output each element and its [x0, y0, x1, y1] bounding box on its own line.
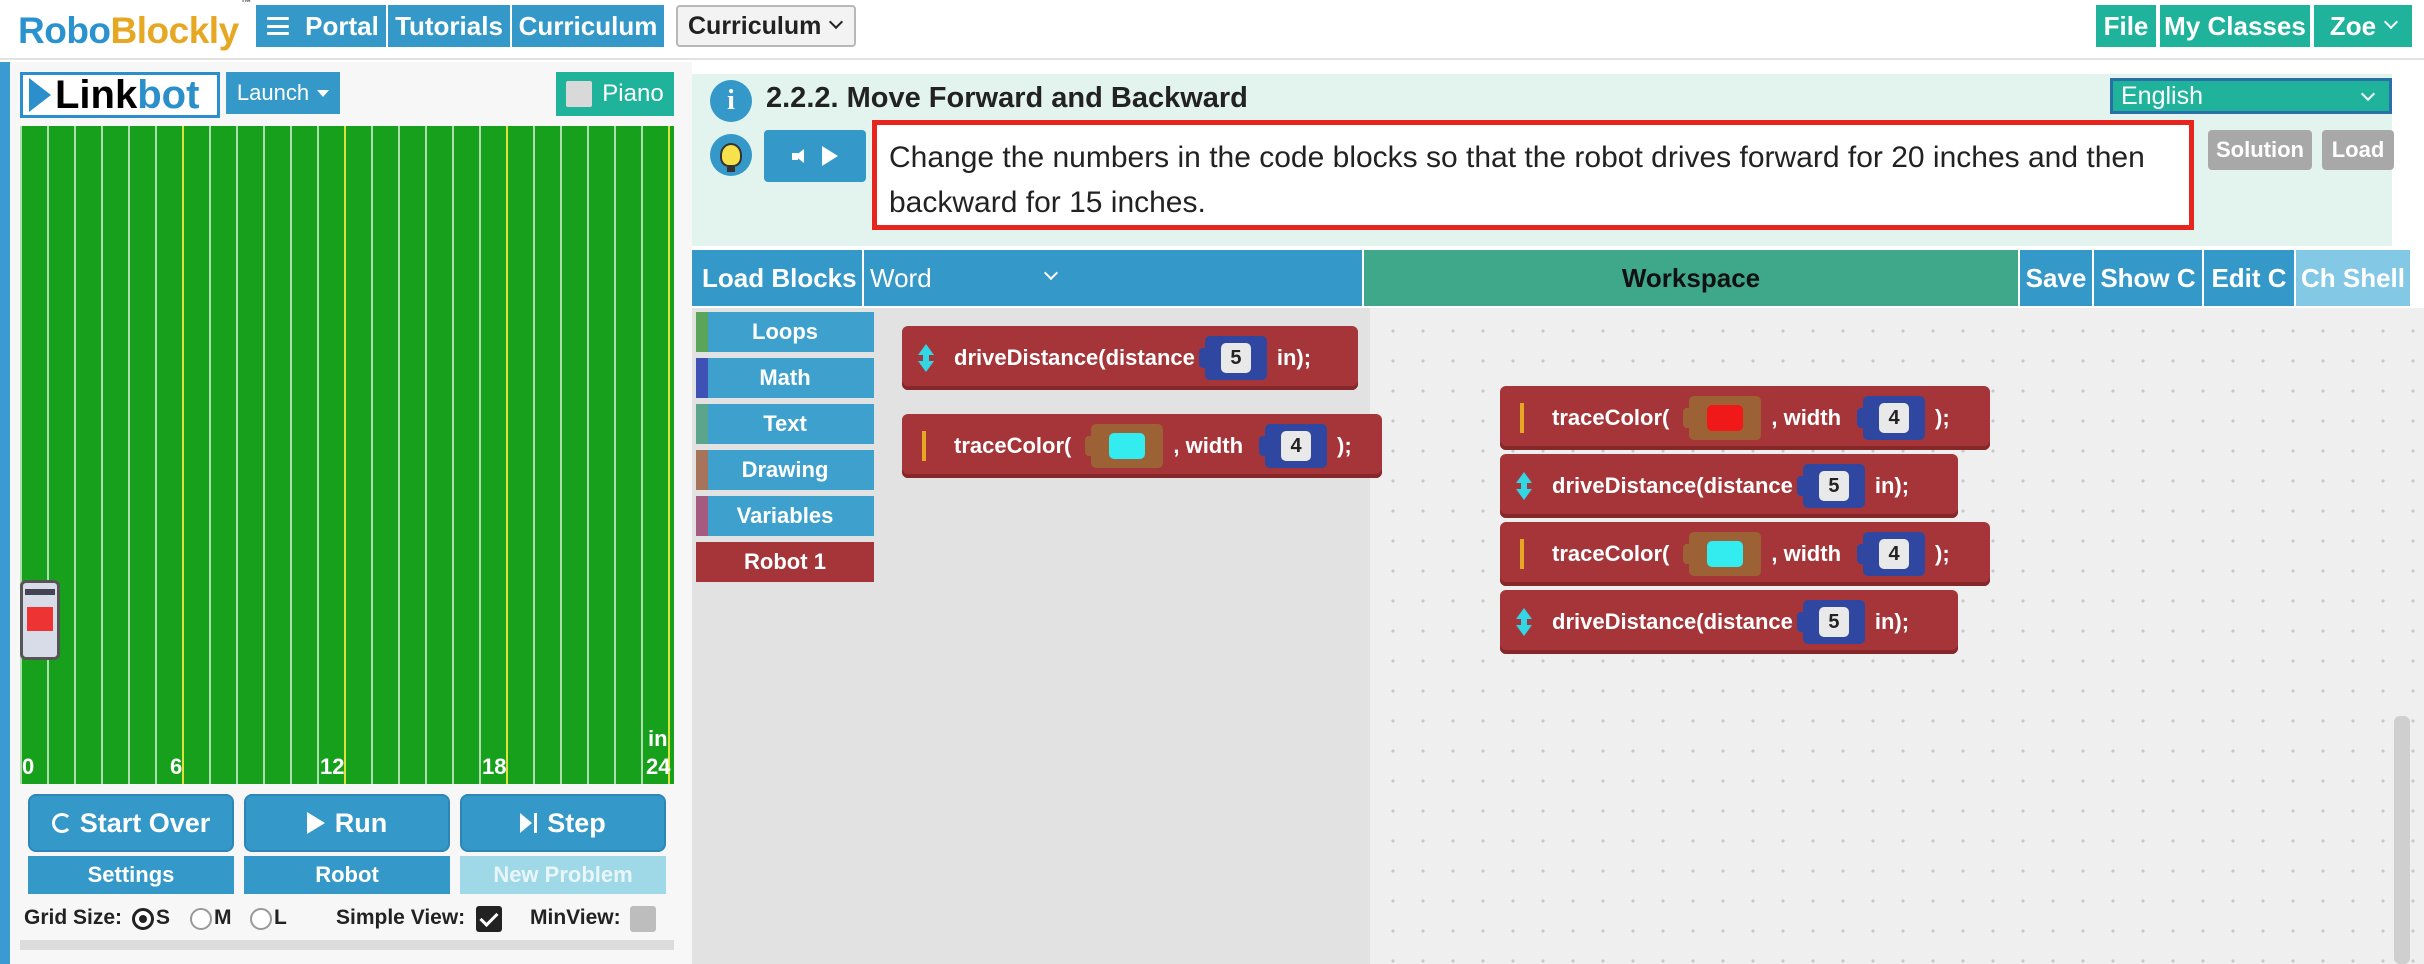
- menu-button[interactable]: [256, 5, 300, 47]
- workspace-drive-distance-block[interactable]: driveDistance(distance 5 in);: [1500, 454, 1958, 518]
- piano-checkbox-icon: [566, 81, 593, 107]
- solution-button[interactable]: Solution: [2208, 130, 2312, 170]
- distance-value-slot[interactable]: 5: [1796, 600, 1865, 644]
- grid-size-m-label: M: [214, 906, 232, 929]
- pen-icon: [1520, 539, 1524, 569]
- grid-size-label: Grid Size:: [24, 906, 123, 929]
- width-value-slot[interactable]: 4: [1857, 532, 1926, 576]
- show-c-button[interactable]: Show C: [2094, 250, 2202, 306]
- simple-view-checkbox[interactable]: [476, 906, 502, 932]
- menu-icon: [267, 17, 289, 35]
- color-slot[interactable]: [1085, 424, 1164, 468]
- min-view-label: MinView:: [530, 906, 621, 929]
- play-icon: [822, 146, 838, 166]
- run-button[interactable]: Run: [244, 794, 450, 852]
- grid-size-l-radio[interactable]: [250, 908, 272, 930]
- grid-tick-label: 6: [170, 754, 183, 779]
- category-loops[interactable]: Loops: [696, 312, 874, 352]
- hint-lightbulb-icon[interactable]: [710, 134, 752, 176]
- grid-tick-label: 12: [320, 754, 345, 779]
- info-icon[interactable]: i: [710, 80, 752, 122]
- load-blocks-button[interactable]: Load Blocks: [692, 250, 862, 306]
- color-swatch: [1109, 433, 1146, 459]
- my-classes-link[interactable]: My Classes: [2160, 5, 2310, 47]
- width-value-slot[interactable]: 4: [1259, 424, 1328, 468]
- audio-play-button[interactable]: [764, 130, 866, 182]
- distance-value-slot[interactable]: 5: [1796, 464, 1865, 508]
- category-math[interactable]: Math: [696, 358, 874, 398]
- portal-link[interactable]: Portal: [298, 5, 386, 47]
- category-drawing[interactable]: Drawing: [696, 450, 874, 490]
- curriculum-select[interactable]: Curriculum: [676, 5, 856, 47]
- workspace-trace-color-block[interactable]: traceColor( , width 4 );: [1500, 386, 1990, 450]
- top-navbar: RoboBlockly™ Portal Tutorials Curriculum…: [0, 0, 2424, 60]
- category-variables[interactable]: Variables: [696, 496, 874, 536]
- robot-button[interactable]: Robot: [244, 856, 450, 894]
- color-swatch: [1707, 405, 1744, 431]
- workspace-drive-distance-block[interactable]: driveDistance(distance 5 in);: [1500, 590, 1958, 654]
- up-down-arrow-icon: [918, 344, 934, 372]
- play-triangle-icon: [29, 78, 51, 112]
- simple-view-label: Simple View:: [336, 906, 466, 929]
- grid-size-s-radio[interactable]: [132, 908, 154, 930]
- left-panel-scrollbar[interactable]: [20, 940, 674, 950]
- save-button[interactable]: Save: [2020, 250, 2092, 306]
- step-button[interactable]: Step: [460, 794, 666, 852]
- category-text[interactable]: Text: [696, 404, 874, 444]
- pen-icon: [1520, 403, 1524, 433]
- settings-button[interactable]: Settings: [28, 856, 234, 894]
- width-value-slot[interactable]: 4: [1857, 396, 1926, 440]
- left-edge-stripe: [0, 62, 10, 964]
- speaker-icon: [792, 149, 806, 163]
- play-icon: [306, 812, 325, 834]
- category-robot-1[interactable]: Robot 1: [696, 542, 874, 582]
- flyout-drive-distance-block[interactable]: driveDistance(distance 5 in);: [902, 326, 1358, 390]
- grid-size-s-label: S: [156, 906, 171, 929]
- grid-size-l-label: L: [274, 906, 287, 929]
- word-select[interactable]: Word: [864, 250, 1362, 306]
- up-down-arrow-icon: [1516, 608, 1532, 636]
- workspace-title: Workspace: [1364, 250, 2018, 306]
- piano-button[interactable]: Piano: [556, 72, 674, 116]
- chevron-down-icon: [1043, 265, 1059, 281]
- min-view-checkbox[interactable]: [630, 906, 656, 932]
- grid-tick-label: 24: [646, 754, 671, 779]
- problem-description: Change the numbers in the code blocks so…: [872, 120, 2194, 230]
- step-forward-icon: [520, 813, 538, 833]
- curriculum-link[interactable]: Curriculum: [512, 5, 664, 47]
- problem-title: 2.2.2. Move Forward and Backward: [766, 82, 1248, 114]
- chevron-down-icon: [829, 14, 844, 30]
- roboblockly-logo[interactable]: RoboBlockly™: [18, 0, 252, 52]
- linkbot-logo: Link bot: [20, 72, 220, 118]
- tutorials-link[interactable]: Tutorials: [388, 5, 510, 47]
- launch-button[interactable]: Launch: [226, 72, 340, 114]
- grid-size-m-radio[interactable]: [190, 908, 212, 930]
- grid-tick-label: 0: [22, 754, 35, 779]
- distance-value-slot[interactable]: 5: [1198, 336, 1267, 380]
- up-down-arrow-icon: [1516, 472, 1532, 500]
- language-select[interactable]: English: [2110, 78, 2392, 114]
- start-over-button[interactable]: Start Over: [28, 794, 234, 852]
- edit-c-button[interactable]: Edit C: [2204, 250, 2294, 306]
- color-slot[interactable]: [1683, 396, 1762, 440]
- load-button[interactable]: Load: [2322, 130, 2394, 170]
- grid-tick-label: 18: [482, 754, 507, 779]
- flyout-trace-color-block[interactable]: traceColor( , width 4 );: [902, 414, 1382, 478]
- pen-icon: [922, 431, 926, 461]
- grid-unit-label: in: [648, 726, 668, 751]
- robot-grid[interactable]: 0 6 12 18 24 in: [20, 126, 674, 784]
- new-problem-button[interactable]: New Problem: [460, 856, 666, 894]
- color-slot[interactable]: [1683, 532, 1762, 576]
- user-menu[interactable]: Zoe: [2314, 5, 2412, 47]
- restart-icon: [51, 813, 72, 833]
- workspace-scrollbar[interactable]: [2394, 716, 2410, 964]
- ch-shell-button[interactable]: Ch Shell: [2296, 250, 2410, 306]
- robot-icon[interactable]: [20, 580, 60, 660]
- chevron-down-icon: [2360, 86, 2376, 102]
- file-menu[interactable]: File: [2096, 5, 2156, 47]
- color-swatch: [1707, 541, 1744, 567]
- workspace-trace-color-block[interactable]: traceColor( , width 4 );: [1500, 522, 1990, 586]
- caret-down-icon: [317, 89, 330, 97]
- chevron-down-icon: [2384, 14, 2399, 30]
